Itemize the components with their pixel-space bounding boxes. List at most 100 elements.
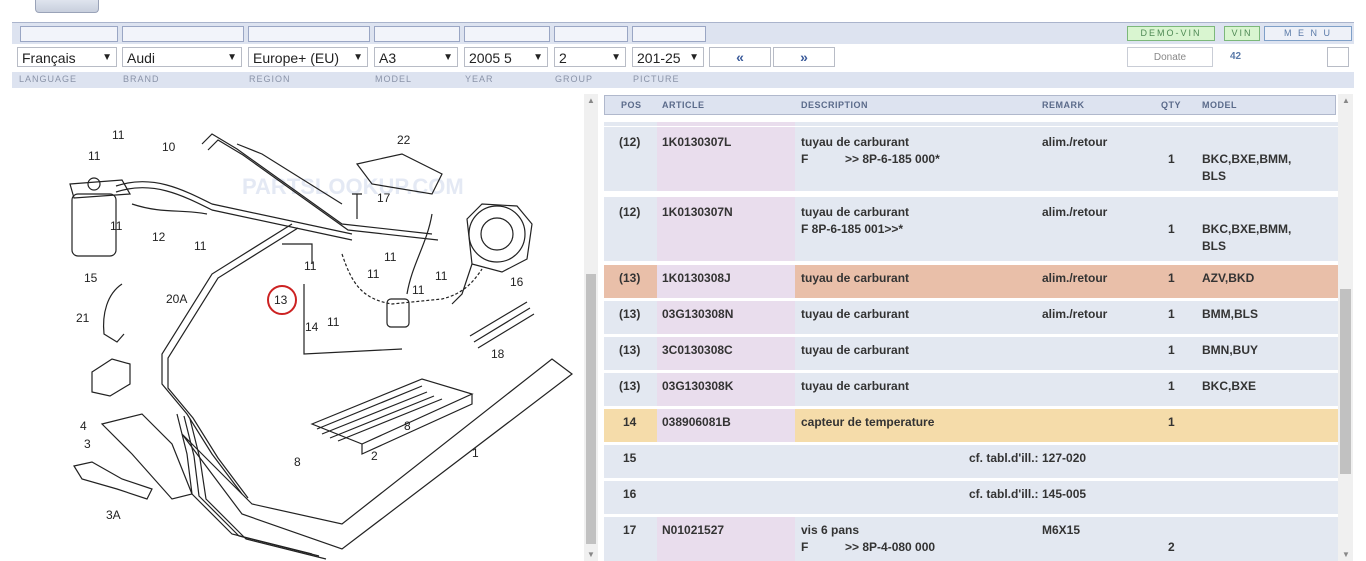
toolbar-slot-7[interactable] — [632, 26, 706, 42]
row-model: AZV,BKD — [1202, 271, 1255, 285]
callout-11f[interactable]: 11 — [367, 267, 380, 281]
table-scroll-thumb[interactable] — [1340, 289, 1351, 474]
scroll-up-icon[interactable]: ▲ — [587, 96, 595, 105]
row-article[interactable]: 1K0130307N — [662, 205, 733, 219]
row-article[interactable]: N01021527 — [662, 523, 724, 537]
diagram-svg: PARTSLOOKUP.COM 22 11 11 10 17 11 11 11 … — [69, 128, 573, 560]
callout-15[interactable]: 15 — [84, 271, 98, 285]
callout-21[interactable]: 21 — [76, 311, 90, 325]
region-value: Europe+ (EU) — [253, 50, 339, 66]
diagram-scroll-thumb[interactable] — [586, 274, 596, 544]
toolbar-slot-3[interactable] — [248, 26, 370, 42]
col-model[interactable]: MODEL — [1202, 100, 1237, 110]
table-row[interactable]: 16 cf. tabl.d'ill.: 145-005 — [604, 481, 1338, 514]
group-select[interactable]: 2 ▼ — [554, 47, 626, 67]
callout-2[interactable]: 2 — [371, 449, 378, 463]
col-article[interactable]: ARTICLE — [662, 100, 705, 110]
table-row[interactable]: 15 cf. tabl.d'ill.: 127-020 — [604, 445, 1338, 478]
toolbar-slot-5[interactable] — [464, 26, 550, 42]
callout-14[interactable]: 14 — [305, 320, 319, 334]
scroll-down-icon[interactable]: ▼ — [1342, 550, 1350, 559]
brand-select[interactable]: Audi ▼ — [122, 47, 242, 67]
next-picture-button[interactable]: » — [773, 47, 835, 67]
chevron-down-icon: ▼ — [533, 52, 543, 63]
col-description[interactable]: DESCRIPTION — [801, 100, 868, 110]
table-row[interactable]: (13) 3C0130308C tuyau de carburant 1 BMN… — [604, 337, 1338, 370]
callout-8a[interactable]: 8 — [404, 419, 411, 433]
scroll-down-icon[interactable]: ▼ — [587, 550, 595, 559]
callout-11i[interactable]: 11 — [412, 283, 425, 297]
picture-select[interactable]: 201-25 ▼ — [632, 47, 704, 67]
language-select[interactable]: Français ▼ — [17, 47, 117, 67]
callout-11a[interactable]: 11 — [112, 128, 125, 142]
toolbar-slot-1[interactable] — [20, 26, 118, 42]
callout-3a[interactable]: 3A — [106, 508, 121, 522]
callout-8b[interactable]: 8 — [294, 455, 301, 469]
col-pos[interactable]: POS — [621, 100, 642, 110]
toolbar-slot-4[interactable] — [374, 26, 460, 42]
callout-11b[interactable]: 11 — [88, 149, 101, 163]
year-value: 2005 5 — [469, 50, 512, 66]
callout-16[interactable]: 16 — [510, 275, 524, 289]
callout-11c[interactable]: 11 — [110, 219, 123, 233]
menu-button[interactable]: M E N U — [1264, 26, 1352, 41]
row-article[interactable]: 1K0130307L — [662, 135, 731, 149]
callout-17[interactable]: 17 — [377, 191, 391, 205]
table-scrollbar[interactable]: ▲ ▼ — [1338, 94, 1353, 561]
table-row[interactable]: 17 N01021527 vis 6 pans F >> 8P-4-080 00… — [604, 517, 1338, 561]
callout-11d[interactable]: 11 — [194, 239, 207, 253]
toolbar-slot-6[interactable] — [554, 26, 628, 42]
diagram-scrollbar[interactable]: ▲ ▼ — [584, 94, 598, 561]
app-logo[interactable] — [35, 0, 99, 13]
toolbar-slot-2[interactable] — [122, 26, 244, 42]
callout-20a[interactable]: 20A — [166, 292, 187, 306]
row-qty: 1 — [1168, 152, 1175, 166]
callout-11e[interactable]: 11 — [304, 259, 317, 273]
table-row[interactable]: (12) 1K0130307N tuyau de carburant F 8P-… — [604, 197, 1338, 261]
row-article[interactable]: 1K0130308J — [662, 271, 731, 285]
prev-picture-button[interactable]: « — [709, 47, 771, 67]
row-remark: alim./retour — [1042, 205, 1108, 219]
year-select[interactable]: 2005 5 ▼ — [464, 47, 548, 67]
parts-table-body: (12) 1K0130307L tuyau de carburant F >> … — [604, 122, 1338, 561]
table-row[interactable]: (13) 03G130308N tuyau de carburant alim.… — [604, 301, 1338, 334]
callout-10[interactable]: 10 — [162, 140, 176, 154]
label-picture: PICTURE — [633, 74, 680, 84]
callout-1[interactable]: 1 — [472, 446, 479, 460]
callout-13[interactable]: 13 — [274, 293, 288, 307]
row-article[interactable]: 038906081B — [662, 415, 731, 429]
row-article[interactable]: 03G130308K — [662, 379, 733, 393]
small-box-button[interactable] — [1327, 47, 1349, 67]
model-select[interactable]: A3 ▼ — [374, 47, 458, 67]
vin-button[interactable]: VIN — [1224, 26, 1260, 41]
region-select[interactable]: Europe+ (EU) ▼ — [248, 47, 368, 67]
callout-22[interactable]: 22 — [397, 133, 411, 147]
callout-4[interactable]: 4 — [80, 419, 87, 433]
callout-18[interactable]: 18 — [491, 347, 505, 361]
row-article[interactable]: 3C0130308C — [662, 343, 733, 357]
callout-11j[interactable]: 11 — [327, 315, 340, 329]
table-row-highlight[interactable]: 14 038906081B capteur de temperature 1 — [604, 409, 1338, 442]
col-qty[interactable]: QTY — [1161, 100, 1181, 110]
callout-12[interactable]: 12 — [152, 230, 166, 244]
row-ref-link[interactable]: 127-020 — [1042, 451, 1086, 465]
row-description: tuyau de carburant — [801, 379, 910, 393]
row-article[interactable]: 03G130308N — [662, 307, 733, 321]
row-ref-label: cf. tabl.d'ill.: — [969, 451, 1039, 465]
row-description: tuyau de carburant — [801, 135, 910, 149]
table-row[interactable]: (12) 1K0130307L tuyau de carburant F >> … — [604, 127, 1338, 191]
table-row[interactable]: (13) 03G130308K tuyau de carburant 1 BKC… — [604, 373, 1338, 406]
row-ref-link[interactable]: 145-005 — [1042, 487, 1086, 501]
model-value: A3 — [379, 50, 397, 66]
col-remark[interactable]: REMARK — [1042, 100, 1085, 110]
scroll-up-icon[interactable]: ▲ — [1342, 96, 1350, 105]
callout-11g[interactable]: 11 — [384, 250, 397, 264]
donate-button[interactable]: Donate — [1127, 47, 1213, 67]
parts-table-header: POS ARTICLE DESCRIPTION REMARK QTY MODEL — [604, 95, 1336, 115]
row-description: vis 6 pans — [801, 523, 860, 537]
demo-vin-button[interactable]: DEMO-VIN — [1127, 26, 1215, 41]
parts-diagram[interactable]: PARTSLOOKUP.COM 22 11 11 10 17 11 11 11 … — [12, 94, 584, 561]
callout-3[interactable]: 3 — [84, 437, 91, 451]
callout-11h[interactable]: 11 — [435, 269, 448, 283]
table-row-selected[interactable]: (13) 1K0130308J tuyau de carburant alim.… — [604, 265, 1338, 298]
